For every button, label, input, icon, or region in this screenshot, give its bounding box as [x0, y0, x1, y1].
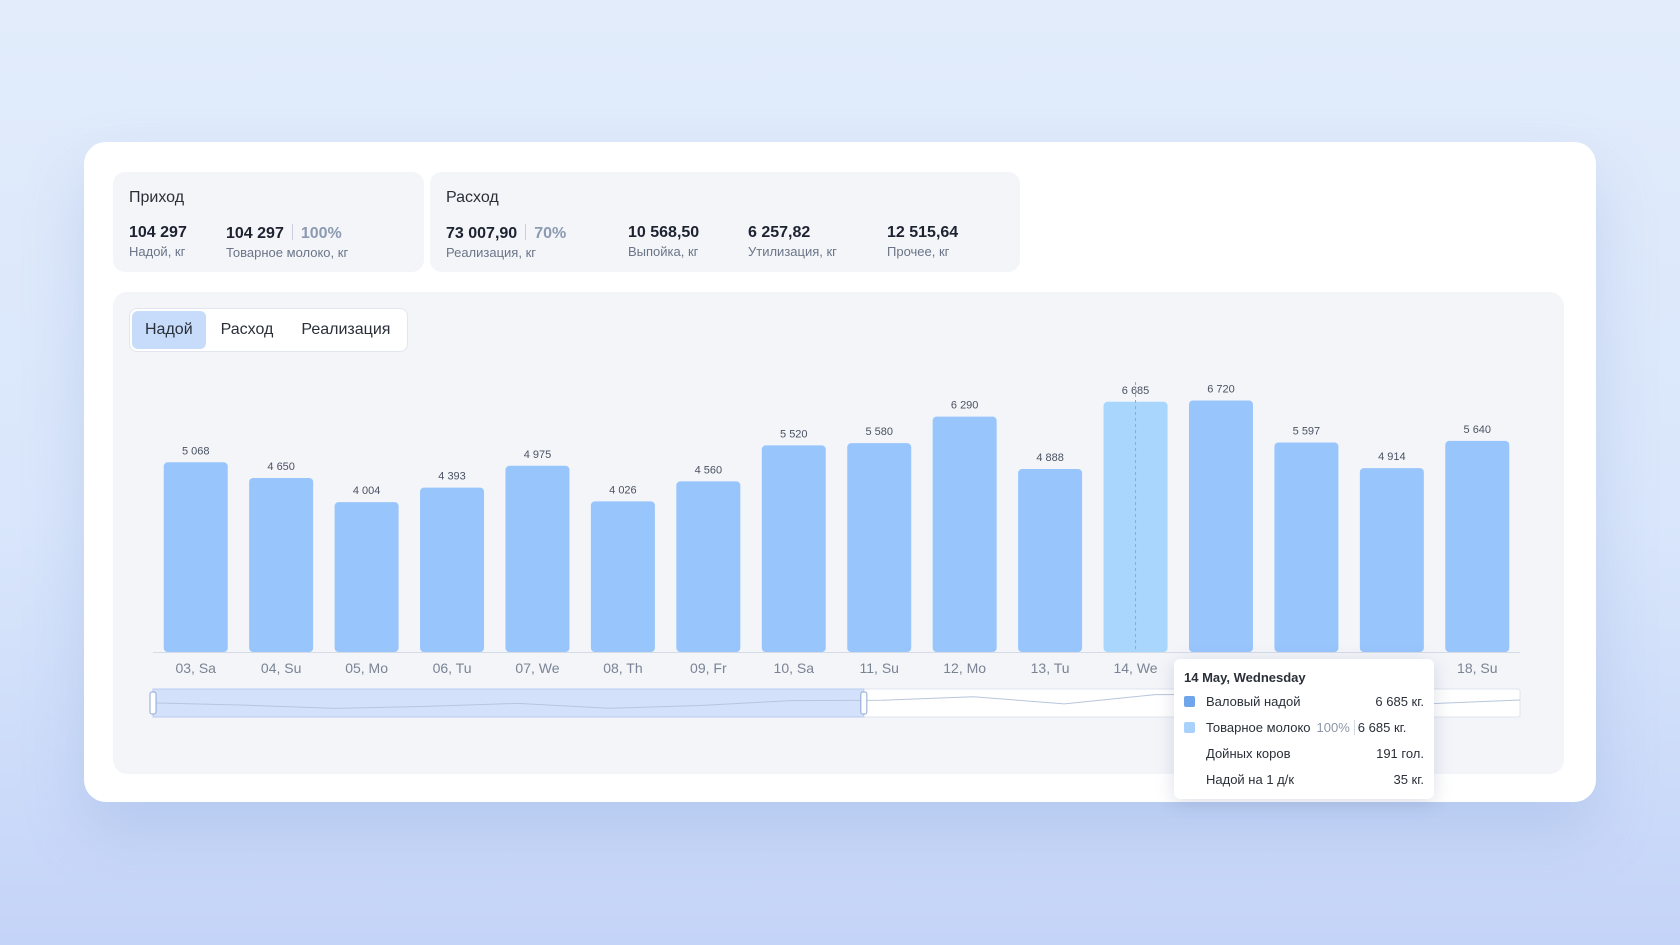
metric-percent: 100% [300, 225, 342, 242]
dashboard-card: Приход 104 297 Надой, кг 104 297 100% Тов… [84, 142, 1596, 802]
bar [1274, 442, 1339, 652]
swatch-blank [1184, 774, 1195, 785]
divider [291, 224, 293, 240]
bar [1018, 469, 1083, 652]
bar [1188, 400, 1253, 652]
metric-value: 104 297 [226, 225, 284, 242]
bar [249, 477, 314, 652]
income-summary: Приход 104 297 Надой, кг 104 297 100% Тов… [113, 172, 424, 272]
range-slider-window [152, 688, 865, 718]
expense-title: Расход [446, 189, 499, 206]
x-tick-label: 14, We [1113, 660, 1157, 676]
metric-label: Надой, кг [129, 244, 186, 259]
metric-feeding: 10 568,50 Выпойка, кг [628, 224, 699, 259]
x-tick-label: 08, Th [603, 660, 642, 676]
bar-value-label: 5 068 [182, 445, 210, 457]
chart-tooltip: 14 May, Wednesday Валовый надой 6 685 кг… [1174, 659, 1434, 799]
bar [847, 443, 912, 652]
metric-sales: 73 007,90 70% Реализация, кг [446, 224, 566, 260]
income-title: Приход [129, 189, 185, 206]
tooltip-row-commercial: Товарное молоко 100% 6 685 кг. [1184, 718, 1424, 736]
bar [334, 502, 399, 652]
chart-panel: Надой Расход Реализация 5 068 03, Sa 4 650… [113, 292, 1564, 799]
metric-label: Реализация, кг [446, 245, 536, 260]
bar [420, 487, 485, 652]
swatch-commercial [1184, 721, 1195, 733]
metric-value: 12 515,64 [887, 224, 959, 241]
tooltip-row-name: Валовый надой [1206, 693, 1301, 709]
bar-value-label: 6 720 [1207, 383, 1235, 395]
divider [525, 224, 527, 240]
metric-yield: 104 297 Надой, кг [129, 224, 187, 259]
bar-value-label: 4 975 [524, 449, 552, 461]
metric-commercial-milk: 104 297 100% Товарное молоко, кг [226, 224, 348, 260]
x-tick-label: 11, Su [860, 660, 899, 676]
bar [761, 445, 826, 652]
tooltip-row-cows: Дойных коров 191 гол. [1184, 744, 1424, 762]
swatch-blank [1184, 748, 1195, 759]
bar-value-label: 5 640 [1464, 424, 1492, 436]
expense-summary: Расход 73 007,90 70% Реализация, кг 10 56… [430, 172, 1020, 272]
metric-label: Выпойка, кг [628, 244, 699, 259]
bar [1359, 468, 1424, 652]
bar-value-label: 4 650 [267, 461, 295, 473]
metric-label: Товарное молоко, кг [226, 245, 349, 260]
bar-value-label: 4 004 [353, 485, 381, 497]
tooltip-row-name: Товарное молоко [1206, 719, 1311, 735]
x-tick-label: 07, We [515, 660, 559, 676]
range-slider-handle-right [860, 691, 868, 715]
bar [932, 416, 997, 652]
bar [590, 501, 655, 652]
metric-other: 12 515,64 Прочее, кг [887, 224, 958, 259]
metric-percent: 70% [534, 225, 567, 242]
tooltip-row-value: 6 685 кг. [1357, 719, 1407, 735]
tooltip-row-name: Дойных коров [1206, 745, 1291, 761]
x-tick-label: 13, Tu [1031, 660, 1070, 676]
x-tick-label: 05, Mo [345, 660, 388, 676]
metric-value: 73 007,90 [446, 225, 518, 242]
x-tick-label: 09, Fr [690, 660, 727, 676]
bar-value-label: 4 393 [438, 471, 466, 483]
tooltip-row-percent: 100% [1317, 719, 1355, 735]
bar [1445, 440, 1510, 652]
bar-value-label: 4 888 [1036, 452, 1064, 464]
metric-label: Прочее, кг [887, 244, 950, 259]
range-slider-handle-left [149, 691, 157, 715]
metric-value: 6 257,82 [748, 224, 811, 241]
tooltip-row-value: 191 гол. [1376, 745, 1424, 761]
bar-value-label: 4 560 [695, 464, 723, 476]
bar-value-label: 4 026 [609, 484, 637, 496]
x-tick-label: 18, Su [1457, 660, 1497, 676]
x-tick-label: 06, Tu [433, 660, 472, 676]
x-tick-label: 03, Sa [175, 660, 216, 676]
bar-value-label: 5 580 [865, 426, 893, 438]
metric-label: Утилизация, кг [748, 244, 837, 259]
bar [163, 462, 228, 652]
x-tick-label: 04, Su [261, 660, 301, 676]
metric-value: 10 568,50 [628, 224, 700, 241]
x-tick-label: 12, Mo [943, 660, 986, 676]
tooltip-title: 14 May, Wednesday [1184, 670, 1306, 685]
bar-value-label: 4 914 [1378, 451, 1406, 463]
swatch-gross [1184, 695, 1195, 707]
tooltip-row-value: 35 кг. [1393, 771, 1424, 787]
tooltip-row-gross: Валовый надой 6 685 кг. [1184, 692, 1424, 710]
tooltip-row-name: Надой на 1 д/к [1206, 771, 1295, 787]
metric-disposal: 6 257,82 Утилизация, кг [748, 224, 837, 259]
bar [505, 465, 570, 652]
bar-value-label: 5 597 [1293, 426, 1321, 438]
bar-value-label: 5 520 [780, 428, 808, 440]
tooltip-row-yield-per-cow: Надой на 1 д/к 35 кг. [1184, 770, 1424, 788]
x-tick-label: 10, Sa [774, 660, 815, 676]
bar [676, 481, 741, 652]
metric-value: 104 297 [129, 224, 187, 241]
bar-value-label: 6 290 [951, 400, 979, 412]
tooltip-row-value: 6 685 кг. [1375, 693, 1424, 709]
